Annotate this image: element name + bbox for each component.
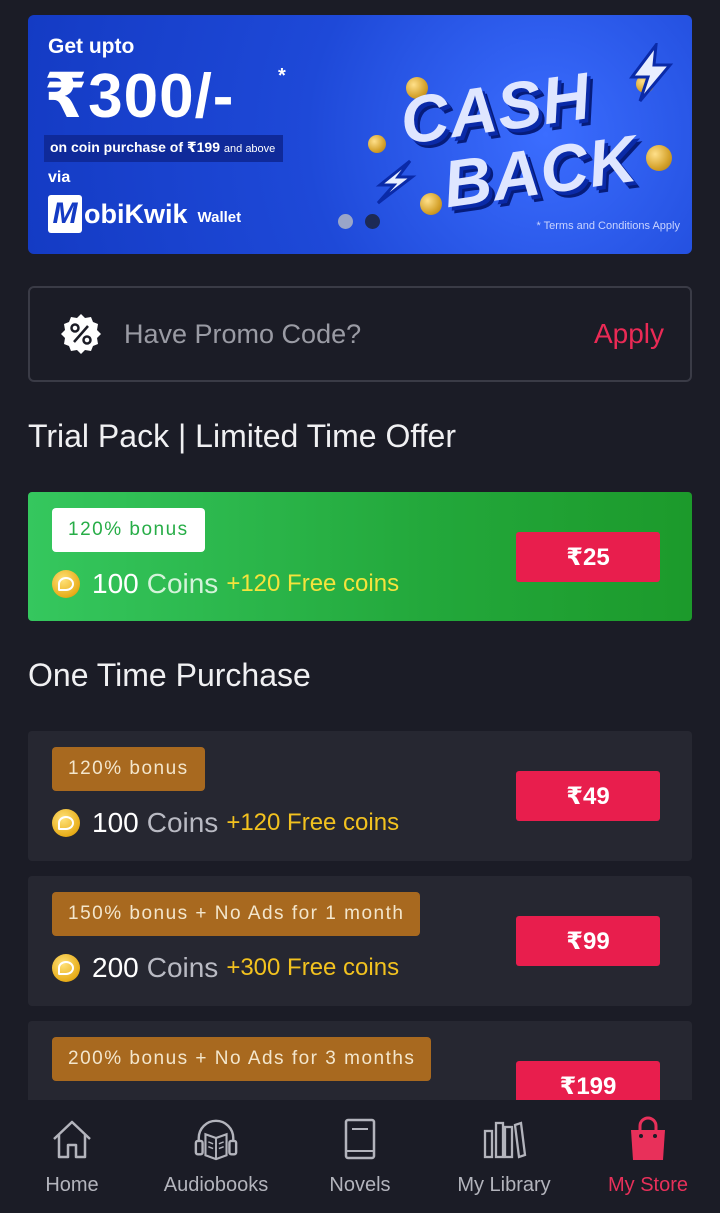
bonus-badge: 120% bonus [52,508,205,552]
coin-icon [52,954,80,982]
coins-info: 100 Coins +120 Free coins [52,807,399,839]
coin-decoration-icon [646,145,672,171]
book-icon [337,1116,383,1162]
apply-button[interactable]: Apply [594,318,664,350]
coin-pack-card[interactable]: 200% bonus + No Ads for 3 months ₹199 [28,1021,692,1100]
carousel-dots [338,214,380,229]
carousel-dot[interactable] [338,214,353,229]
banner-terms[interactable]: * Terms and Conditions Apply [537,220,681,232]
library-icon [481,1116,527,1162]
free-coins: +120 Free coins [226,809,400,836]
nav-item-audiobooks[interactable]: Audiobooks [144,1100,288,1213]
shopping-bag-icon [625,1116,671,1162]
cashback-banner[interactable]: Get upto ₹300/- * on coin purchase of ₹1… [28,15,692,254]
coin-amount: 200 [92,952,139,983]
coin-pack-card[interactable]: 120% bonus 100 Coins +120 Free coins ₹49 [28,731,692,861]
nav-label: Home [45,1174,99,1196]
banner-via: via [48,169,71,186]
banner-amount: ₹300/- [44,62,235,131]
coin-amount: 100 [92,568,139,599]
bonus-badge: 120% bonus [52,747,205,791]
banner-condition: on coin purchase of ₹199 and above [44,135,284,162]
promo-code-input[interactable]: Have Promo Code? [124,319,594,350]
nav-item-home[interactable]: Home [0,1100,144,1213]
home-icon [49,1116,95,1162]
buy-button[interactable]: ₹199 [516,1061,660,1100]
mobikwik-brand-name: obiKwik [84,199,188,229]
lightning-icon [629,43,674,102]
buy-button[interactable]: ₹25 [516,532,660,582]
banner-get-upto: Get upto [48,35,135,58]
banner-condition-main: on coin purchase of ₹199 [50,139,221,155]
buy-button[interactable]: ₹49 [516,771,660,821]
banner-condition-small: and above [223,143,276,155]
coin-label: Coins [146,807,219,838]
banner-asterisk: * [278,65,286,87]
coin-pack-card[interactable]: 150% bonus + No Ads for 1 month 200 Coin… [28,876,692,1006]
discount-badge-icon [60,313,102,355]
bonus-badge: 200% bonus + No Ads for 3 months [52,1037,432,1081]
coin-icon [52,570,80,598]
carousel-dot-active[interactable] [365,214,380,229]
one-time-purchase-title: One Time Purchase [28,657,311,693]
promo-code-field[interactable]: Have Promo Code? Apply [28,286,692,382]
coin-icon [52,809,80,837]
coin-decoration-icon [368,135,386,153]
banner-wallet-label: Wallet [197,209,242,226]
bonus-badge: 150% bonus + No Ads for 1 month [52,892,421,936]
audiobook-icon [193,1116,239,1162]
buy-button[interactable]: ₹99 [516,916,660,966]
free-coins: +300 Free coins [226,954,400,981]
free-coins: +120 Free coins [226,570,400,597]
trial-pack-title: Trial Pack | Limited Time Offer [28,418,456,454]
coin-decoration-icon [420,193,442,215]
nav-label: Audiobooks [163,1174,269,1196]
nav-item-novels[interactable]: Novels [288,1100,432,1213]
nav-label: My Library [457,1174,551,1196]
coins-info: 100 Coins +120 Free coins [52,568,399,600]
coin-amount: 100 [92,807,139,838]
mobikwik-logo: M obiKwik Wallet [48,195,241,233]
nav-item-my-library[interactable]: My Library [432,1100,576,1213]
nav-item-my-store[interactable]: My Store [576,1100,720,1213]
nav-label: My Store [607,1174,689,1196]
mobikwik-logo-mark: M [48,195,82,233]
coins-info: 200 Coins +300 Free coins [52,952,399,984]
nav-label: Novels [329,1174,391,1196]
coin-label: Coins [146,952,219,983]
bottom-navigation: Home Audiobooks Novels My Library My Sto… [0,1100,720,1213]
coin-label: Coins [146,568,219,599]
trial-pack-card[interactable]: 120% bonus 100 Coins +120 Free coins ₹25 [28,492,692,621]
lightning-icon [375,159,417,205]
